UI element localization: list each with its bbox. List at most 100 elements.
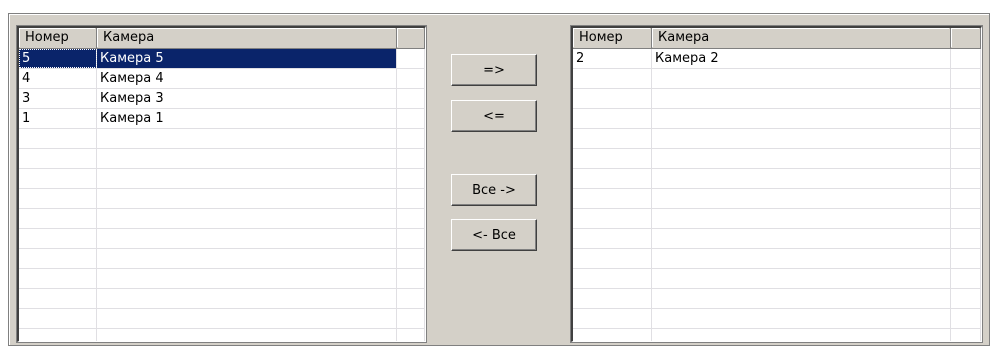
- cell-camera: [97, 289, 397, 308]
- table-row[interactable]: [573, 329, 981, 341]
- cell-number: 5: [19, 49, 97, 68]
- cell-camera: [652, 69, 951, 88]
- table-row[interactable]: [19, 289, 425, 309]
- column-header-filler: [397, 28, 425, 48]
- cell-number: [573, 249, 652, 268]
- table-row[interactable]: [19, 329, 425, 341]
- cell-filler: [397, 169, 425, 188]
- table-row[interactable]: 5 Камера 5: [19, 49, 425, 69]
- cell-filler: [397, 89, 425, 108]
- table-row[interactable]: [573, 69, 981, 89]
- cell-camera: [97, 189, 397, 208]
- table-row[interactable]: [573, 149, 981, 169]
- cell-filler: [951, 49, 981, 68]
- list-header: Номер Камера: [19, 28, 425, 49]
- cell-filler: [951, 149, 981, 168]
- cell-filler: [951, 69, 981, 88]
- cell-number: [19, 309, 97, 328]
- cell-camera: [652, 209, 951, 228]
- table-row[interactable]: [573, 249, 981, 269]
- cell-number: [19, 269, 97, 288]
- cell-camera: [652, 109, 951, 128]
- table-row[interactable]: [19, 149, 425, 169]
- cell-camera: [652, 149, 951, 168]
- table-row[interactable]: [19, 129, 425, 149]
- table-row[interactable]: [573, 129, 981, 149]
- cell-camera: [652, 89, 951, 108]
- table-row[interactable]: [573, 109, 981, 129]
- cell-camera: Камера 4: [97, 69, 397, 88]
- move-all-right-button[interactable]: Все ->: [451, 174, 537, 206]
- cell-number: [19, 229, 97, 248]
- cell-filler: [397, 289, 425, 308]
- move-left-button[interactable]: <=: [451, 100, 537, 132]
- cell-filler: [951, 169, 981, 188]
- cell-number: [573, 129, 652, 148]
- cell-number: [19, 329, 97, 341]
- table-row[interactable]: [573, 209, 981, 229]
- column-header-number[interactable]: Номер: [573, 28, 652, 48]
- cell-number: [19, 169, 97, 188]
- available-cameras-list[interactable]: Номер Камера 5 Камера 5 4 Камера 4 3 Камера 3…: [16, 25, 427, 343]
- cell-number: [573, 229, 652, 248]
- cell-filler: [951, 109, 981, 128]
- cell-number: [19, 149, 97, 168]
- cell-number: 4: [19, 69, 97, 88]
- cell-camera: [652, 229, 951, 248]
- table-row[interactable]: 2 Камера 2: [573, 49, 981, 69]
- selected-cameras-list[interactable]: Номер Камера 2 Камера 2: [570, 25, 983, 343]
- table-row[interactable]: [19, 269, 425, 289]
- cell-filler: [397, 249, 425, 268]
- table-row[interactable]: [573, 89, 981, 109]
- cell-number: [573, 269, 652, 288]
- table-row[interactable]: [19, 169, 425, 189]
- cell-number: [573, 69, 652, 88]
- cell-camera: [97, 269, 397, 288]
- table-row[interactable]: 4 Камера 4: [19, 69, 425, 89]
- table-row[interactable]: [19, 309, 425, 329]
- cell-camera: [652, 249, 951, 268]
- table-row[interactable]: [573, 169, 981, 189]
- table-row[interactable]: 3 Камера 3: [19, 89, 425, 109]
- table-row[interactable]: [573, 229, 981, 249]
- cell-filler: [397, 269, 425, 288]
- cell-filler: [951, 269, 981, 288]
- cell-filler: [951, 329, 981, 341]
- table-row[interactable]: [19, 209, 425, 229]
- cell-camera: [97, 149, 397, 168]
- table-row[interactable]: 1 Камера 1: [19, 109, 425, 129]
- table-row[interactable]: [19, 229, 425, 249]
- table-row[interactable]: [573, 289, 981, 309]
- table-row[interactable]: [573, 309, 981, 329]
- move-all-left-button[interactable]: <- Все: [451, 219, 537, 251]
- cell-filler: [951, 229, 981, 248]
- cell-camera: [652, 289, 951, 308]
- table-row[interactable]: [573, 269, 981, 289]
- table-row[interactable]: [573, 189, 981, 209]
- cell-camera: [652, 269, 951, 288]
- column-header-camera[interactable]: Камера: [652, 28, 951, 48]
- cell-number: [573, 289, 652, 308]
- cell-camera: Камера 3: [97, 89, 397, 108]
- column-header-camera[interactable]: Камера: [97, 28, 397, 48]
- cell-number: [573, 329, 652, 341]
- cell-filler: [951, 309, 981, 328]
- cell-number: [19, 209, 97, 228]
- table-row[interactable]: [19, 189, 425, 209]
- list-header: Номер Камера: [573, 28, 981, 49]
- cell-filler: [951, 209, 981, 228]
- cell-filler: [397, 309, 425, 328]
- cell-filler: [397, 209, 425, 228]
- cell-number: 2: [573, 49, 652, 68]
- cell-camera: [97, 329, 397, 341]
- move-right-button[interactable]: =>: [451, 54, 537, 86]
- column-header-number[interactable]: Номер: [19, 28, 97, 48]
- cell-camera: Камера 5: [97, 49, 397, 68]
- cell-number: [19, 249, 97, 268]
- cell-filler: [951, 89, 981, 108]
- table-row[interactable]: [19, 249, 425, 269]
- cell-number: [573, 169, 652, 188]
- cell-camera: Камера 2: [652, 49, 951, 68]
- column-header-filler: [951, 28, 981, 48]
- cell-number: [573, 189, 652, 208]
